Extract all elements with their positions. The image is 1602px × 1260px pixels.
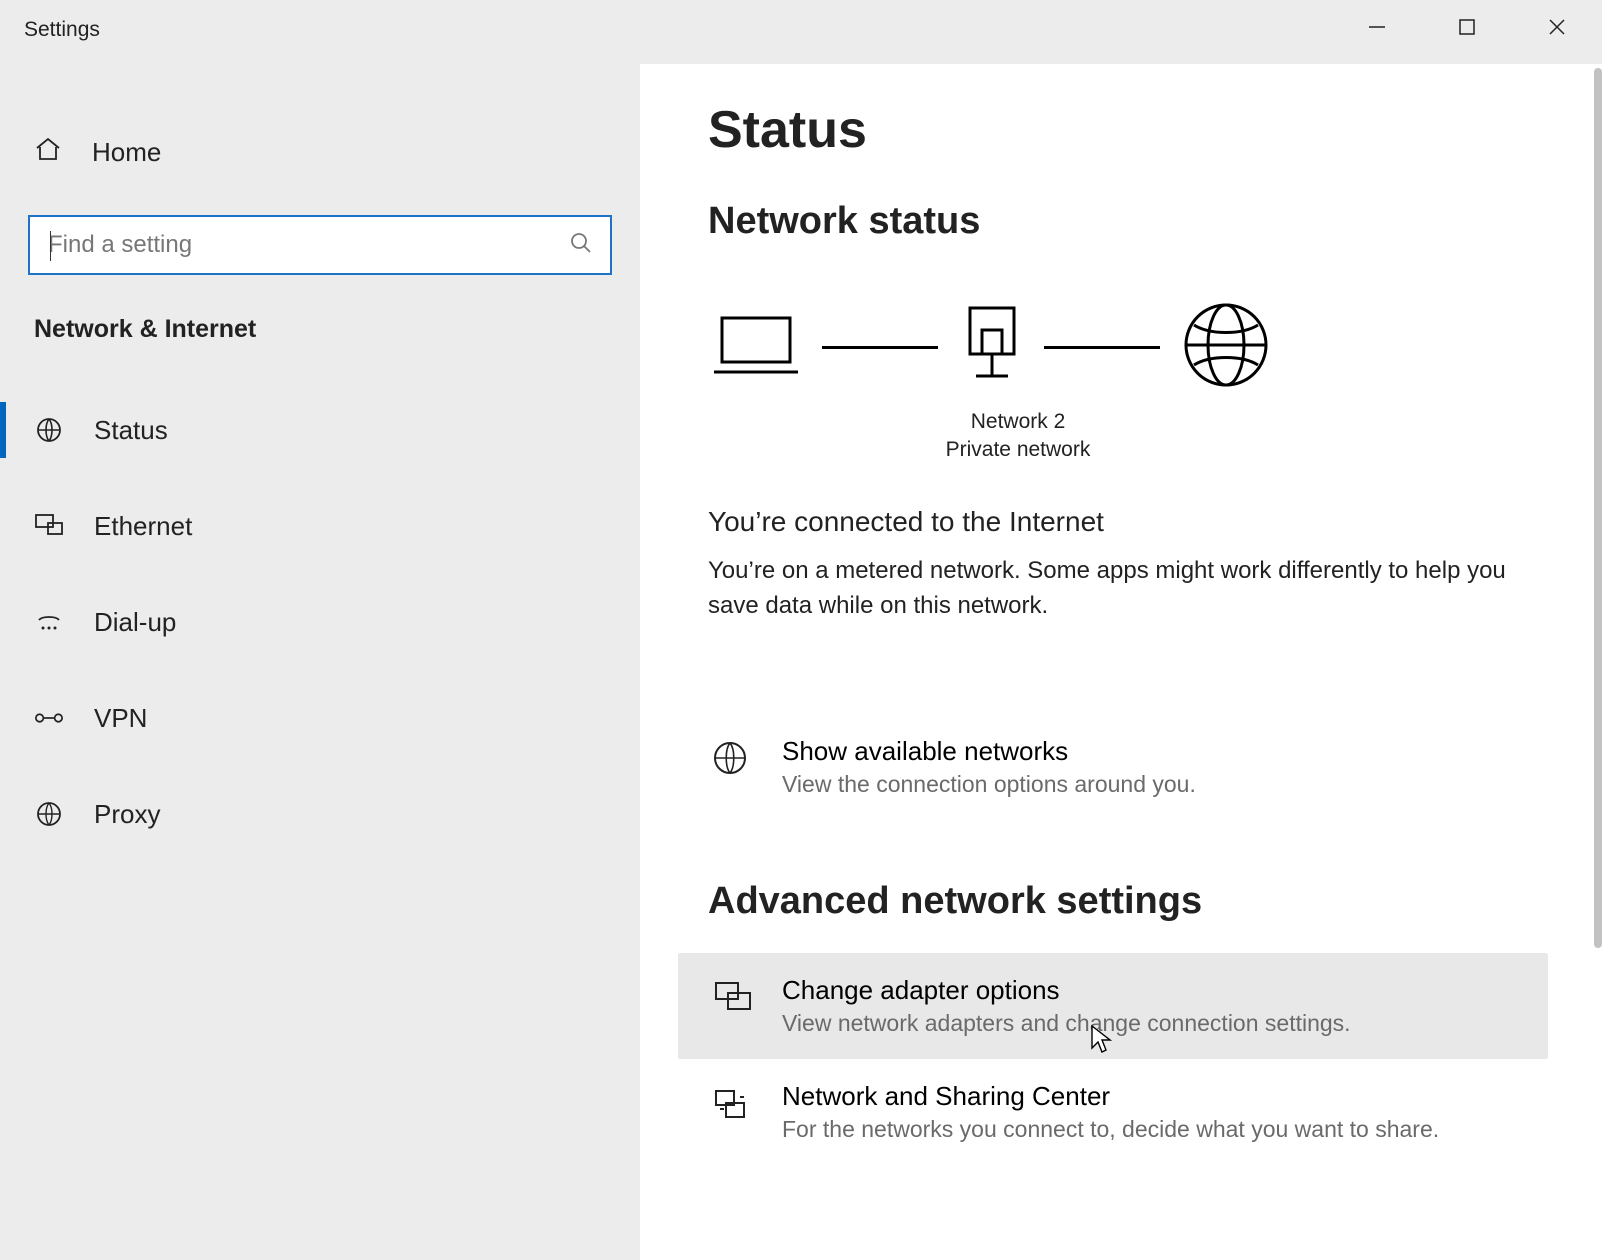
show-available-networks[interactable]: Show available networks View the connect… — [708, 714, 1554, 820]
connection-diagram — [708, 297, 1554, 398]
globe-small-icon — [712, 740, 748, 780]
sidebar-item-dialup[interactable]: Dial-up — [0, 574, 640, 670]
sidebar-item-vpn[interactable]: VPN — [0, 670, 640, 766]
network-name: Network 2 — [708, 410, 1328, 434]
maximize-button[interactable] — [1422, 0, 1512, 54]
sidebar-item-status[interactable]: Status — [0, 382, 640, 478]
window-title: Settings — [24, 18, 100, 42]
network-sharing-center[interactable]: Network and Sharing Center For the netwo… — [708, 1059, 1554, 1165]
globe-icon — [1178, 297, 1274, 398]
sidebar-item-label: Ethernet — [94, 511, 192, 542]
option-subtitle: View network adapters and change connect… — [782, 1010, 1351, 1037]
connection-status-heading: You’re connected to the Internet — [708, 506, 1554, 538]
sidebar: Home Network & Internet Status — [0, 64, 640, 1260]
section-heading-network-status: Network status — [708, 200, 1554, 243]
search-icon — [570, 232, 596, 258]
diagram-labels: Network 2 Private network — [708, 410, 1328, 462]
router-icon — [956, 300, 1026, 395]
search-box[interactable] — [28, 215, 612, 275]
home-label: Home — [92, 137, 161, 168]
sidebar-item-proxy[interactable]: Proxy — [0, 766, 640, 862]
sidebar-home[interactable]: Home — [0, 124, 640, 181]
close-button[interactable] — [1512, 0, 1602, 54]
section-heading-advanced: Advanced network settings — [708, 880, 1554, 923]
option-title: Network and Sharing Center — [782, 1081, 1439, 1112]
home-icon — [34, 136, 62, 169]
sharing-icon — [712, 1085, 748, 1125]
sidebar-item-label: Status — [94, 415, 168, 446]
option-subtitle: For the networks you connect to, decide … — [782, 1116, 1439, 1143]
proxy-icon — [34, 799, 64, 829]
sidebar-section-label: Network & Internet — [0, 315, 640, 344]
computer-icon — [708, 306, 804, 389]
adapter-icon — [712, 979, 748, 1019]
option-title: Change adapter options — [782, 975, 1351, 1006]
sidebar-item-label: Dial-up — [94, 607, 176, 638]
sidebar-nav: Status Ethernet Dial-up — [0, 382, 640, 862]
sidebar-item-label: Proxy — [94, 799, 160, 830]
page-title: Status — [708, 100, 1554, 160]
titlebar: Settings — [0, 0, 1602, 64]
option-title: Show available networks — [782, 736, 1196, 767]
maximize-icon — [1458, 18, 1476, 36]
status-icon — [34, 415, 64, 445]
search-input[interactable] — [48, 231, 570, 259]
ethernet-icon — [34, 511, 64, 541]
sidebar-item-label: VPN — [94, 703, 147, 734]
network-type: Private network — [708, 438, 1328, 462]
connection-status-body: You’re on a metered network. Some apps m… — [708, 554, 1538, 624]
dialup-icon — [34, 607, 64, 637]
close-icon — [1547, 17, 1567, 37]
diagram-connector — [1044, 346, 1160, 349]
sidebar-item-ethernet[interactable]: Ethernet — [0, 478, 640, 574]
text-caret — [50, 231, 51, 261]
change-adapter-options[interactable]: Change adapter options View network adap… — [678, 953, 1548, 1059]
main-content: Status Network status Network 2 Private … — [640, 64, 1602, 1260]
scrollbar[interactable] — [1594, 68, 1602, 948]
option-subtitle: View the connection options around you. — [782, 771, 1196, 798]
diagram-connector — [822, 346, 938, 349]
vpn-icon — [34, 703, 64, 733]
minimize-button[interactable] — [1332, 0, 1422, 54]
minimize-icon — [1368, 18, 1386, 36]
